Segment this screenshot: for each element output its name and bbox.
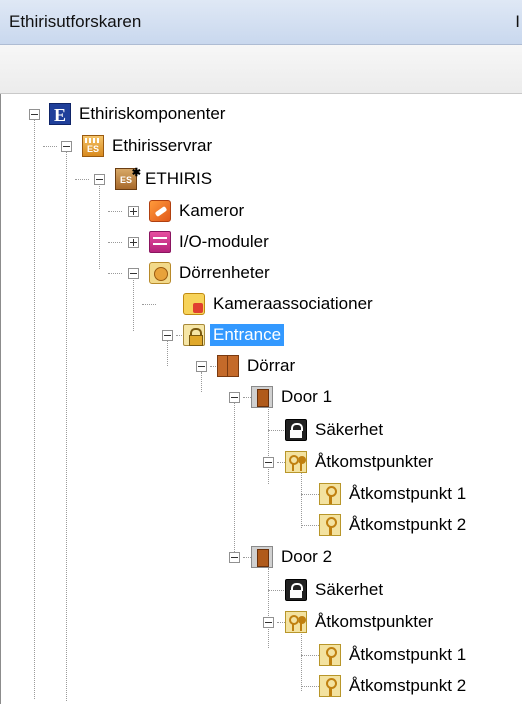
tree-node-access-points[interactable]: Åtkomstpunkter [285, 608, 436, 636]
panel-title: Ethirisutforskaren [9, 12, 142, 31]
collapse-icon[interactable] [196, 361, 207, 372]
tree-node-root[interactable]: E Ethiriskomponenter [49, 100, 228, 128]
collapse-icon[interactable] [61, 141, 72, 152]
door-icon [251, 546, 273, 568]
tree-node-label: Åtkomstpunkt 1 [349, 645, 467, 664]
collapse-icon[interactable] [128, 268, 139, 279]
expand-icon[interactable] [128, 206, 139, 217]
tree-node-access-point[interactable]: Åtkomstpunkt 2 [319, 672, 469, 700]
tree-node-label: ETHIRIS [145, 169, 213, 188]
tree-node-label: Åtkomstpunkter [315, 452, 434, 471]
tree-node-label: Dörrenheter [179, 263, 270, 282]
tree-node-door-1[interactable]: Door 1 [251, 383, 335, 411]
tree-node-label: Ethiriskomponenter [79, 104, 226, 123]
tree-node-access-point[interactable]: Åtkomstpunkt 1 [319, 480, 469, 508]
pin-button[interactable]: I [515, 12, 520, 32]
camera-icon [149, 200, 171, 222]
tree-node-security[interactable]: Säkerhet [285, 416, 386, 444]
tree-node-access-point[interactable]: Åtkomstpunkt 1 [319, 641, 469, 669]
tree-node-label: Kameraassociationer [213, 294, 373, 313]
collapse-icon[interactable] [229, 392, 240, 403]
tree-node-security[interactable]: Säkerhet [285, 576, 386, 604]
tree-node-label: Säkerhet [315, 420, 384, 439]
tree-node-servers[interactable]: ES Ethirisservrar [82, 132, 215, 160]
tree-node-label: Door 1 [281, 387, 333, 406]
collapse-icon[interactable] [263, 457, 274, 468]
tree-node-cameras[interactable]: Kameror [149, 197, 247, 225]
key-icon [319, 514, 341, 536]
tree-node-label: Åtkomstpunkt 2 [349, 676, 467, 695]
keys-icon [285, 611, 307, 633]
expand-icon[interactable] [128, 237, 139, 248]
collapse-icon[interactable] [263, 617, 274, 628]
panel-titlebar: Ethirisutforskaren I [0, 0, 522, 45]
server-icon: ES [115, 162, 141, 190]
key-icon [319, 483, 341, 505]
door-unit-lock-icon [183, 324, 205, 346]
padlock-icon [285, 579, 307, 601]
tree-node-access-points[interactable]: Åtkomstpunkter [285, 448, 436, 476]
padlock-icon [285, 419, 307, 441]
io-module-icon [149, 231, 171, 253]
tree-node-access-point[interactable]: Åtkomstpunkt 2 [319, 511, 469, 539]
collapse-icon[interactable] [29, 109, 40, 120]
tree-node-label-selected: Entrance [210, 324, 285, 346]
tree-node-door-units[interactable]: Dörrenheter [149, 259, 273, 287]
tree-node-label: Ethirisservrar [112, 136, 213, 155]
explorer-tree[interactable]: E Ethiriskomponenter ES Ethirisservrar E… [0, 94, 522, 704]
collapse-icon[interactable] [94, 174, 105, 185]
tree-node-door-2[interactable]: Door 2 [251, 543, 335, 571]
tree-node-label: Säkerhet [315, 580, 384, 599]
key-icon [319, 675, 341, 697]
door-unit-group-icon [149, 262, 171, 284]
keys-icon [285, 451, 307, 473]
key-icon [319, 644, 341, 666]
tree-node-label: Dörrar [247, 356, 296, 375]
ethiris-e-icon: E [49, 103, 71, 125]
tree-node-label: Åtkomstpunkter [315, 612, 434, 631]
tree-node-camera-associations[interactable]: Kameraassociationer [183, 290, 376, 318]
tree-node-server[interactable]: ES ETHIRIS [115, 162, 215, 193]
tree-node-label: Kameror [179, 201, 245, 220]
tree-node-label: Door 2 [281, 547, 333, 566]
collapse-icon[interactable] [229, 552, 240, 563]
server-group-icon: ES [82, 135, 104, 157]
camera-association-icon [183, 293, 205, 315]
tree-node-label: I/O-moduler [179, 232, 269, 251]
tree-node-io-modules[interactable]: I/O-moduler [149, 228, 272, 256]
tree-node-label: Åtkomstpunkt 2 [349, 515, 467, 534]
collapse-icon[interactable] [162, 330, 173, 341]
tree-node-doors[interactable]: Dörrar [217, 352, 298, 380]
tree-node-entrance[interactable]: Entrance [183, 321, 285, 349]
doors-icon [217, 355, 239, 377]
tree-node-label: Åtkomstpunkt 1 [349, 484, 467, 503]
door-icon [251, 386, 273, 408]
toolbar [0, 45, 522, 94]
